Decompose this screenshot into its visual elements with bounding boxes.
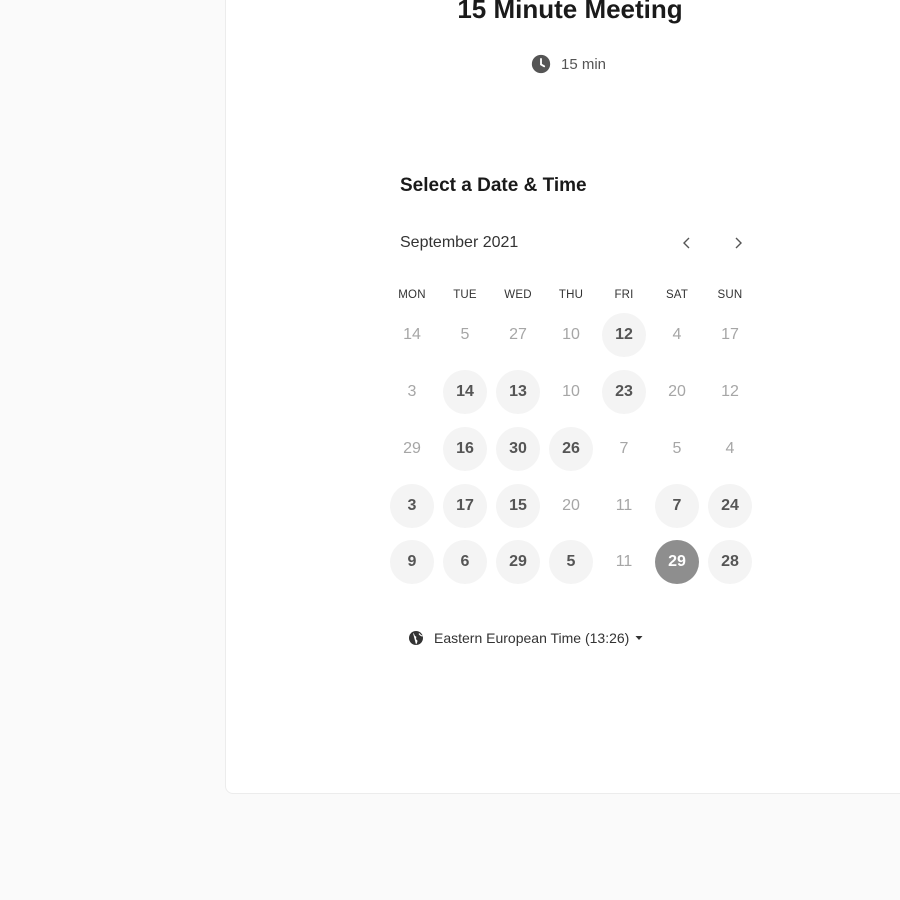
unavailable-day: 10: [562, 326, 580, 343]
section-heading: Select a Date & Time: [400, 175, 587, 196]
unavailable-day: 29: [403, 440, 421, 457]
unavailable-day: 20: [562, 497, 580, 514]
available-day[interactable]: 15: [496, 484, 540, 528]
weekday-label: WED: [504, 289, 532, 301]
unavailable-day: 7: [619, 440, 629, 457]
selected-day[interactable]: 29: [655, 540, 699, 584]
unavailable-day: 5: [672, 440, 682, 457]
unavailable-day: 4: [672, 326, 682, 343]
available-day[interactable]: 14: [443, 370, 487, 414]
unavailable-day: 27: [509, 326, 527, 343]
caret-down-icon: [635, 636, 643, 640]
unavailable-day: 20: [668, 383, 686, 400]
weekday-label: FRI: [614, 289, 634, 301]
globe-icon: [409, 631, 423, 645]
weekday-label: THU: [558, 289, 584, 301]
available-day[interactable]: 29: [496, 540, 540, 584]
clock-icon: [531, 54, 551, 74]
weekday-label: MON: [398, 289, 426, 301]
event-duration: 15 min: [530, 53, 606, 75]
unavailable-day: 14: [403, 326, 421, 343]
available-day[interactable]: 24: [708, 484, 752, 528]
available-day[interactable]: 9: [390, 540, 434, 584]
weekday-label: TUE: [453, 289, 477, 301]
unavailable-day: 17: [721, 326, 739, 343]
event-title: 15 Minute Meeting: [457, 0, 683, 24]
available-day[interactable]: 28: [708, 540, 752, 584]
unavailable-day: 5: [460, 326, 470, 343]
timezone-selector[interactable]: Eastern European Time (13:26): [408, 630, 643, 646]
unavailable-day: 3: [407, 383, 417, 400]
unavailable-day: 11: [615, 497, 633, 514]
available-day[interactable]: 7: [655, 484, 699, 528]
available-day[interactable]: 26: [549, 427, 593, 471]
available-day[interactable]: 23: [602, 370, 646, 414]
available-day[interactable]: 16: [443, 427, 487, 471]
next-month-button[interactable]: [725, 230, 751, 256]
duration-label: 15 min: [561, 55, 607, 73]
unavailable-day: 4: [725, 440, 735, 457]
weekday-label: SUN: [717, 289, 743, 301]
unavailable-day: 12: [721, 383, 739, 400]
month-label: September 2021: [400, 234, 519, 251]
available-day[interactable]: 3: [390, 484, 434, 528]
timezone-label: Eastern European Time (13:26): [434, 630, 630, 646]
available-day[interactable]: 17: [443, 484, 487, 528]
available-day[interactable]: 6: [443, 540, 487, 584]
weekday-label: SAT: [665, 289, 689, 301]
unavailable-day: 11: [615, 553, 633, 570]
available-day[interactable]: 12: [602, 313, 646, 357]
chevron-left-icon: [683, 237, 690, 249]
available-day[interactable]: 5: [549, 540, 593, 584]
previous-month-button[interactable]: [674, 230, 700, 256]
unavailable-day: 10: [562, 383, 580, 400]
chevron-right-icon: [735, 237, 742, 249]
available-day[interactable]: 30: [496, 427, 540, 471]
available-day[interactable]: 13: [496, 370, 540, 414]
